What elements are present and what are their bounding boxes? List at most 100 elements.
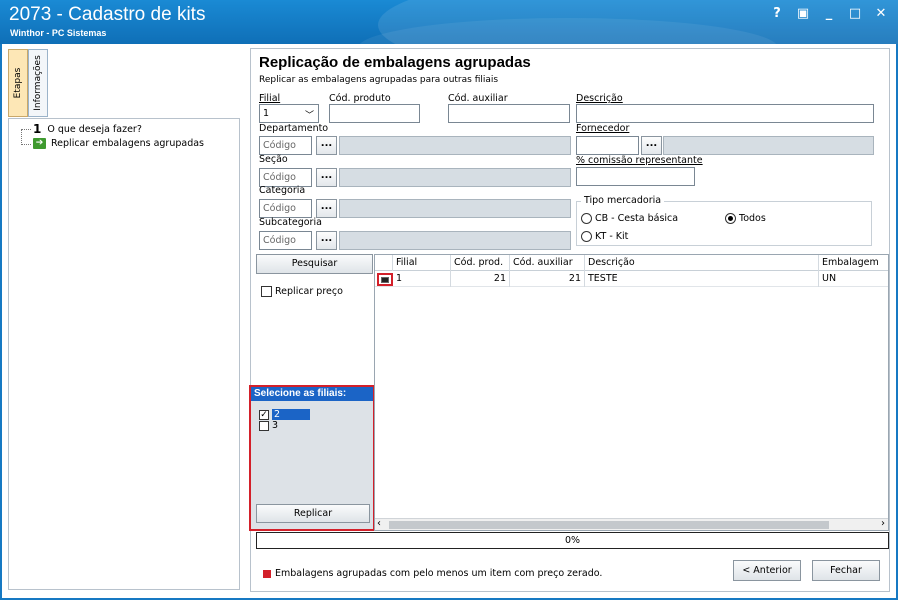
replicar-button[interactable]: Replicar: [256, 504, 370, 523]
grid-header-indicator: [375, 255, 393, 271]
scroll-right-icon[interactable]: ›: [881, 518, 885, 529]
anterior-button[interactable]: < Anterior: [733, 560, 801, 581]
cell-cod-auxiliar: 21: [510, 271, 585, 287]
table-row[interactable]: 1 21 21 TESTE UN: [375, 271, 888, 287]
filiais-selection-box: Selecione as filiais: ✓ 2 3 Replicar: [249, 385, 375, 531]
steps-panel: 1 O que deseja fazer? ➔ Replicar embalag…: [8, 118, 240, 590]
cod-produto-input[interactable]: [329, 104, 420, 123]
column-cod-auxiliar[interactable]: Cód. auxiliar: [510, 255, 585, 271]
minimize-icon[interactable]: _: [822, 6, 836, 21]
close-icon[interactable]: ✕: [874, 6, 888, 21]
departamento-description: [339, 136, 571, 155]
departamento-lookup-button[interactable]: ...: [316, 136, 337, 155]
column-cod-prod[interactable]: Cód. prod.: [451, 255, 510, 271]
scroll-left-icon[interactable]: ‹: [377, 518, 381, 529]
descricao-input[interactable]: [576, 104, 874, 123]
subcategoria-codigo-input[interactable]: Código: [259, 231, 312, 250]
tab-etapas[interactable]: Etapas: [8, 49, 28, 117]
departamento-label: Departamento: [259, 123, 329, 134]
categoria-description: [339, 199, 571, 218]
window-title: 2073 - Cadastro de kits: [9, 4, 206, 25]
arrow-right-icon: ➔: [33, 137, 46, 149]
column-descricao[interactable]: Descrição: [585, 255, 819, 271]
main-content: Replicação de embalagens agrupadas Repli…: [249, 48, 890, 592]
replicar-preco-checkbox[interactable]: Replicar preço: [261, 286, 343, 297]
tipo-mercadoria-label: Tipo mercadoria: [581, 195, 665, 206]
column-filial[interactable]: Filial: [393, 255, 451, 271]
cod-auxiliar-input[interactable]: [448, 104, 570, 123]
progress-bar: 0%: [256, 532, 889, 549]
tipo-mercadoria-group: Tipo mercadoria CB - Cesta básica KT - K…: [576, 195, 872, 246]
secao-label: Seção: [259, 154, 288, 165]
window-controls: ? ▣ _ □ ✕: [770, 6, 888, 21]
tab-informacoes[interactable]: Informações: [28, 49, 48, 117]
cod-produto-label: Cód. produto: [329, 93, 391, 104]
comissao-input[interactable]: [576, 167, 695, 186]
step-number: 1: [33, 122, 42, 136]
radio-todos[interactable]: Todos: [725, 213, 766, 224]
descricao-label: Descrição: [576, 93, 623, 104]
radio-cesta-basica[interactable]: CB - Cesta básica: [581, 213, 678, 224]
cell-embalagem: UN: [822, 273, 837, 284]
filial-select[interactable]: 1 ﹀: [259, 104, 319, 123]
radio-label: Todos: [739, 213, 766, 224]
embalagens-grid: Filial Cód. prod. Cód. auxiliar Descriçã…: [374, 254, 889, 531]
filial-option-label: 3: [272, 420, 279, 431]
cell-filial: 1: [393, 271, 451, 287]
radio-label: KT - Kit: [595, 231, 629, 242]
secao-lookup-button[interactable]: ...: [316, 168, 337, 187]
checkbox-box: [259, 420, 269, 431]
filial-value: 1: [263, 108, 270, 119]
title-bar: 2073 - Cadastro de kits Winthor - PC Sis…: [0, 0, 898, 44]
window-subtitle: Winthor - PC Sistemas: [10, 28, 107, 38]
restore-icon[interactable]: ▣: [796, 6, 810, 21]
maximize-icon[interactable]: □: [848, 6, 862, 21]
radio-label: CB - Cesta básica: [595, 213, 679, 224]
column-embalagem[interactable]: Embalagem: [819, 255, 888, 271]
horizontal-scrollbar[interactable]: ‹ ›: [375, 518, 888, 530]
subcategoria-label: Subcategoria: [259, 217, 322, 228]
step-label: O que deseja fazer?: [47, 123, 142, 135]
fechar-button[interactable]: Fechar: [812, 560, 880, 581]
wizard-tabs: Etapas Informações: [8, 49, 52, 117]
scrollbar-thumb[interactable]: [389, 521, 829, 529]
fornecedor-label: Fornecedor: [576, 123, 630, 134]
step-label: Replicar embalagens agrupadas: [51, 137, 205, 149]
cod-auxiliar-label: Cód. auxiliar: [448, 93, 508, 104]
step-what-to-do[interactable]: 1 O que deseja fazer?: [17, 122, 142, 136]
check-icon: ✓: [259, 409, 269, 420]
radio-circle: [581, 213, 592, 224]
grid-header: Filial Cód. prod. Cód. auxiliar Descriçã…: [375, 255, 888, 271]
comissao-label: % comissão representante: [576, 155, 703, 166]
radio-kit[interactable]: KT - Kit: [581, 231, 628, 242]
fornecedor-codigo-input[interactable]: [576, 136, 639, 155]
legend-text: Embalagens agrupadas com pelo menos um i…: [275, 568, 603, 579]
checkbox-box: [261, 286, 272, 297]
zero-price-indicator: [377, 273, 393, 286]
pesquisar-button[interactable]: Pesquisar: [256, 254, 373, 274]
chevron-down-icon: ﹀: [304, 111, 314, 121]
replicar-preco-label: Replicar preço: [275, 286, 343, 297]
departamento-codigo-input[interactable]: Código: [259, 136, 312, 155]
page-title: Replicação de embalagens agrupadas: [259, 54, 531, 71]
filial-option-2[interactable]: ✓ 2: [259, 409, 311, 420]
subcategoria-lookup-button[interactable]: ...: [316, 231, 337, 250]
page-subtitle: Replicar as embalagens agrupadas para ou…: [259, 75, 499, 85]
cell-descricao: TESTE: [585, 271, 819, 287]
step-replicar-embalagens[interactable]: ➔ Replicar embalagens agrupadas: [17, 136, 204, 150]
categoria-label: Categoria: [259, 185, 306, 196]
filial-option-3[interactable]: 3: [259, 420, 278, 431]
fornecedor-lookup-button[interactable]: ...: [641, 136, 662, 155]
filial-option-label: 2: [272, 409, 311, 420]
filiais-header: Selecione as filiais:: [251, 387, 373, 401]
row-indicator-icon: [381, 276, 389, 283]
cell-cod-prod: 21: [451, 271, 510, 287]
help-icon[interactable]: ?: [770, 6, 784, 21]
radio-circle-selected: [725, 213, 736, 224]
red-square-icon: [263, 569, 271, 578]
categoria-codigo-input[interactable]: Código: [259, 199, 312, 218]
subcategoria-description: [339, 231, 571, 250]
secao-description: [339, 168, 571, 187]
categoria-lookup-button[interactable]: ...: [316, 199, 337, 218]
radio-circle: [581, 231, 592, 242]
